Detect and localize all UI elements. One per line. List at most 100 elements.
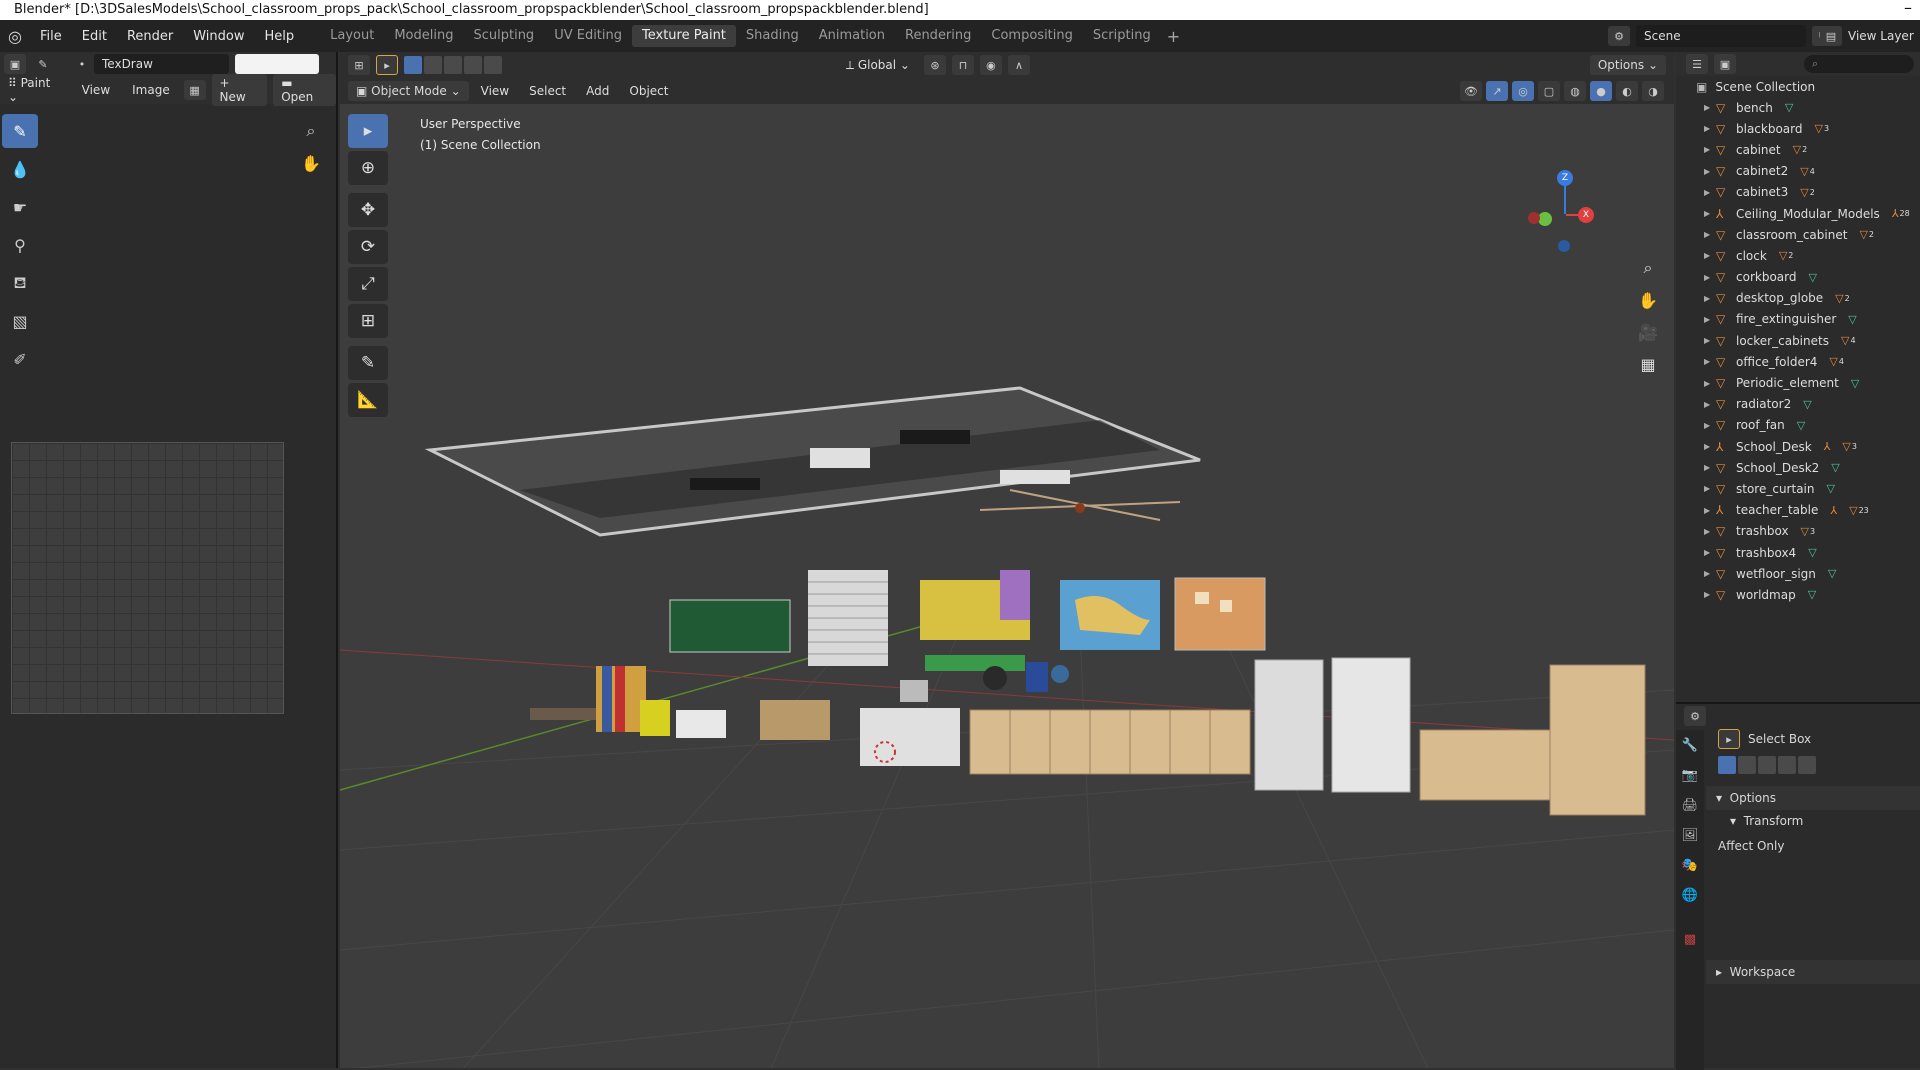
expand-arrow-icon[interactable]: ▶: [1704, 273, 1716, 282]
pan-view-icon[interactable]: ✋: [1634, 286, 1662, 314]
draw-brush-icon[interactable]: ✎: [2, 114, 38, 148]
rendered-shading-icon[interactable]: ◑: [1642, 81, 1664, 101]
properties-editor-icon[interactable]: ⚙: [1684, 706, 1706, 726]
expand-arrow-icon[interactable]: ▶: [1704, 230, 1716, 239]
fill-icon[interactable]: ⛾: [2, 266, 38, 300]
view-layer-icon[interactable]: ▤: [1820, 26, 1842, 46]
tab-scripting[interactable]: Scripting: [1083, 25, 1161, 47]
select-subtract-icon[interactable]: [444, 56, 462, 74]
gizmo-toggle-icon[interactable]: ↗: [1486, 81, 1508, 101]
expand-arrow-icon[interactable]: ▶: [1704, 188, 1716, 197]
expand-arrow-icon[interactable]: ▶: [1704, 569, 1716, 578]
outliner-row[interactable]: ▶ ▽ bench ▽: [1676, 97, 1920, 118]
select-extend-icon[interactable]: [424, 56, 442, 74]
material-shading-icon[interactable]: ◐: [1616, 81, 1638, 101]
expand-arrow-icon[interactable]: ▶: [1704, 421, 1716, 430]
tool-tab-icon[interactable]: 🔧: [1676, 730, 1704, 760]
brush-name-field[interactable]: TexDraw: [94, 54, 229, 74]
minimize-icon[interactable]: –: [1904, 0, 1912, 18]
visibility-icon[interactable]: 👁: [1460, 81, 1482, 101]
expand-arrow-icon[interactable]: ▶: [1704, 336, 1716, 345]
outliner-row[interactable]: ▶ ⅄ teacher_table ⅄ ▽ 23: [1676, 500, 1920, 521]
transform-icon[interactable]: ⊞: [348, 304, 388, 338]
expand-arrow-icon[interactable]: ▶: [1704, 315, 1716, 324]
outliner-row[interactable]: ▶ ▽ locker_cabinets ▽ 4: [1676, 330, 1920, 351]
outliner-row[interactable]: ▶ ▽ desktop_globe ▽ 2: [1676, 288, 1920, 309]
zoom-view-icon[interactable]: ⌕: [1634, 254, 1662, 282]
menu-render[interactable]: Render: [117, 29, 183, 44]
outliner-row[interactable]: ▶ ▽ blackboard ▽ 3: [1676, 118, 1920, 139]
menu-select[interactable]: Select: [521, 84, 574, 98]
outliner-row[interactable]: ▶ ▽ School_Desk2 ▽: [1676, 457, 1920, 478]
select-tool-icon[interactable]: ▸: [376, 55, 398, 75]
falloff-icon[interactable]: ∧: [1007, 55, 1030, 75]
outliner-row[interactable]: ▶ ▽ trashbox ▽ 3: [1676, 521, 1920, 542]
outliner-row[interactable]: ▶ ▽ cabinet2 ▽ 4: [1676, 161, 1920, 182]
outliner-row[interactable]: ▶ ▽ clock ▽ 2: [1676, 245, 1920, 266]
expand-arrow-icon[interactable]: ▶: [1704, 209, 1716, 218]
zoom-icon[interactable]: ⌕: [298, 118, 324, 144]
scene-name-field[interactable]: Scene: [1636, 25, 1806, 47]
outliner-row[interactable]: ▶ ▽ store_curtain ▽: [1676, 478, 1920, 499]
outliner-row[interactable]: ▶ ▽ cabinet3 ▽ 2: [1676, 182, 1920, 203]
select-box-icon[interactable]: ▸: [348, 114, 388, 148]
expand-arrow-icon[interactable]: ▶: [1704, 167, 1716, 176]
scene-tab-icon[interactable]: 🎭: [1676, 850, 1704, 880]
clone-icon[interactable]: ⚲: [2, 228, 38, 262]
annotate-icon[interactable]: ✐: [2, 342, 38, 376]
expand-arrow-icon[interactable]: ▶: [1704, 400, 1716, 409]
open-image-button[interactable]: ▬ Open: [273, 74, 336, 106]
select-new-icon[interactable]: [404, 56, 422, 74]
tab-rendering[interactable]: Rendering: [895, 25, 981, 47]
paint-mode-dropdown[interactable]: ⠿ Paint ⌄: [4, 76, 68, 104]
outliner-row[interactable]: ▶ ⅄ School_Desk ⅄ ▽ 3: [1676, 436, 1920, 457]
menu-edit[interactable]: Edit: [72, 29, 117, 44]
view-layer-tab-icon[interactable]: 🖼: [1676, 820, 1704, 850]
options-dropdown[interactable]: Options ⌄: [1589, 55, 1666, 75]
outliner-row[interactable]: ▶ ▽ Periodic_element ▽: [1676, 372, 1920, 393]
outliner-search-input[interactable]: ⌕: [1804, 55, 1914, 73]
menu-view[interactable]: View: [74, 83, 118, 97]
tab-modeling[interactable]: Modeling: [384, 25, 463, 47]
expand-arrow-icon[interactable]: ▶: [1704, 379, 1716, 388]
image-canvas[interactable]: [11, 442, 284, 714]
menu-image[interactable]: Image: [124, 83, 178, 97]
texture-tab-icon[interactable]: ▩: [1676, 924, 1704, 954]
tab-layout[interactable]: Layout: [320, 25, 384, 47]
pivot-icon[interactable]: ⊛: [923, 55, 946, 75]
3d-viewport[interactable]: ⊞ ▸ ⟂ Global ⌄ ⊛ ⊓ ◉ ∧ Options ⌄ ▣ Objec…: [340, 52, 1674, 1068]
expand-arrow-icon[interactable]: ▶: [1704, 124, 1716, 133]
orientation-dropdown[interactable]: ⟂ Global ⌄: [838, 58, 918, 73]
wireframe-shading-icon[interactable]: ◍: [1564, 81, 1586, 101]
outliner-row[interactable]: ▶ ▽ fire_extinguisher ▽: [1676, 309, 1920, 330]
expand-arrow-icon[interactable]: ▶: [1704, 294, 1716, 303]
annotate-icon[interactable]: ✎: [348, 346, 388, 380]
world-tab-icon[interactable]: 🌐: [1676, 880, 1704, 910]
soften-icon[interactable]: 💧: [2, 152, 38, 186]
outliner-row[interactable]: ▶ ▽ cabinet ▽ 2: [1676, 139, 1920, 160]
menu-window[interactable]: Window: [183, 29, 254, 44]
outliner-row[interactable]: ▶ ▽ trashbox4 ▽: [1676, 542, 1920, 563]
solid-shading-icon[interactable]: ●: [1590, 81, 1612, 101]
object-mode-dropdown[interactable]: ▣ Object Mode ⌄: [348, 81, 469, 101]
select-subtract-icon[interactable]: [1758, 756, 1776, 774]
xray-icon[interactable]: ▢: [1538, 81, 1560, 101]
options-panel-header[interactable]: ▾ Options: [1706, 786, 1920, 810]
expand-arrow-icon[interactable]: ▶: [1704, 357, 1716, 366]
scale-icon[interactable]: ⤢: [348, 267, 388, 301]
outliner-row[interactable]: ▶ ▽ office_folder4 ▽ 4: [1676, 351, 1920, 372]
menu-help[interactable]: Help: [255, 29, 305, 44]
expand-arrow-icon[interactable]: ▶: [1704, 463, 1716, 472]
proportional-edit-icon[interactable]: ◉: [979, 55, 1002, 75]
outliner-row[interactable]: ▶ ▽ worldmap ▽: [1676, 584, 1920, 605]
expand-arrow-icon[interactable]: ▶: [1704, 442, 1716, 451]
gizmo-y-axis[interactable]: [1538, 212, 1552, 226]
menu-add[interactable]: Add: [578, 84, 617, 98]
expand-arrow-icon[interactable]: ▶: [1704, 251, 1716, 260]
outliner-row[interactable]: ▶ ▽ roof_fan ▽: [1676, 415, 1920, 436]
display-mode-icon[interactable]: ▣: [1714, 54, 1736, 74]
editor-type-icon[interactable]: ▣: [4, 54, 26, 74]
snap-icon[interactable]: ⊓: [951, 55, 974, 75]
move-icon[interactable]: ✥: [348, 193, 388, 227]
overlays-icon[interactable]: ◎: [1512, 81, 1534, 101]
